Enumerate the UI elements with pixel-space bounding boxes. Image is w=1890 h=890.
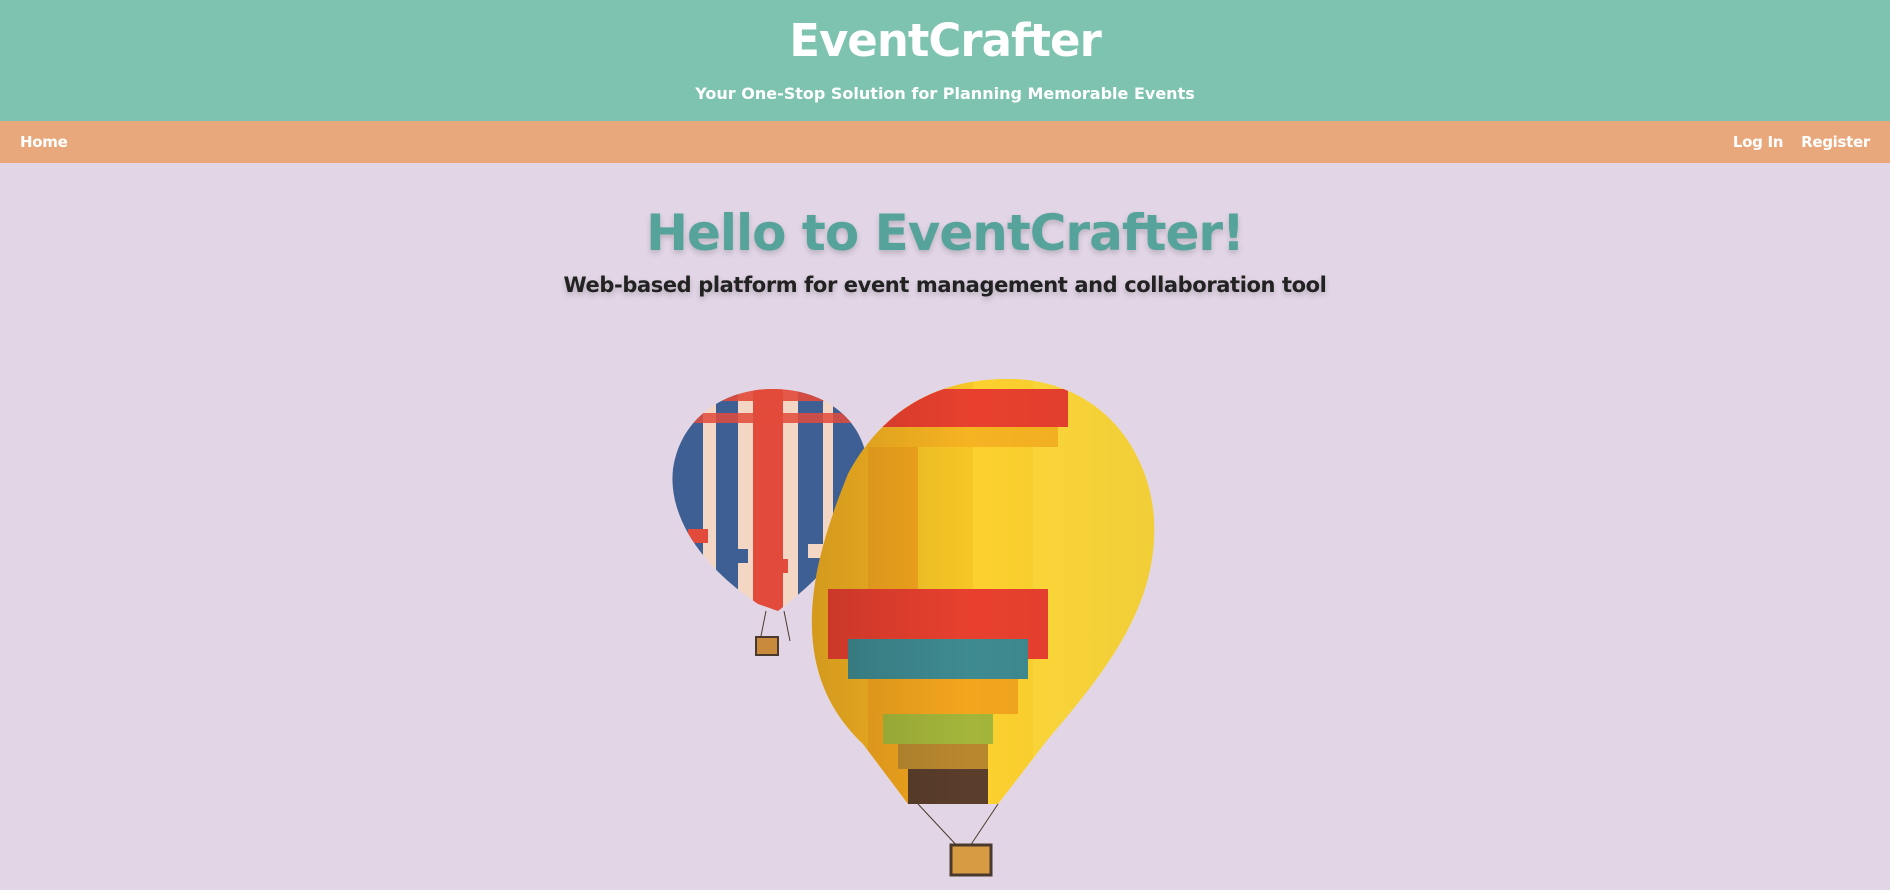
nav-login-link[interactable]: Log In — [1733, 133, 1784, 151]
hero-section: Hello to EventCrafter! Web-based platfor… — [0, 163, 1890, 890]
hero-heading: Hello to EventCrafter! — [646, 204, 1245, 262]
site-tagline: Your One-Stop Solution for Planning Memo… — [695, 84, 1195, 103]
hero-subheading: Web-based platform for event management … — [563, 273, 1327, 297]
navbar: Home Log In Register — [0, 121, 1890, 163]
nav-register-link[interactable]: Register — [1801, 133, 1870, 151]
site-header: EventCrafter Your One-Stop Solution for … — [0, 0, 1890, 121]
site-title: EventCrafter — [789, 14, 1102, 67]
hot-air-balloons-illustration — [672, 379, 1155, 877]
nav-home-link[interactable]: Home — [20, 133, 68, 151]
nav-auth-links: Log In Register — [1733, 133, 1870, 151]
